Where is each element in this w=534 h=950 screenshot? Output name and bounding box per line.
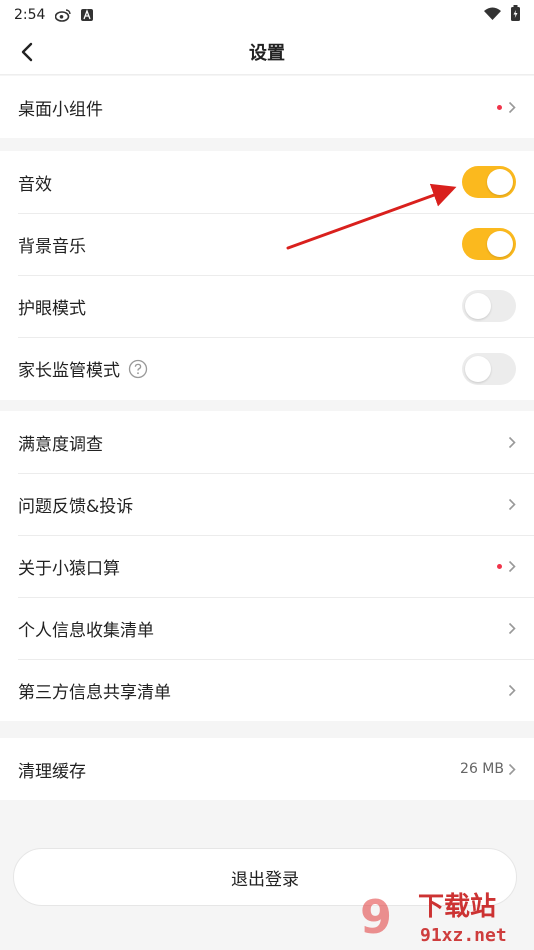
notification-dot [497,563,502,569]
chevron-left-icon [21,42,33,62]
row-label: 满意度调查 [18,434,103,455]
chevron-right-icon [508,436,516,449]
parental-control-toggle[interactable] [462,352,516,385]
row-label: 背景音乐 [18,236,86,257]
status-bar: 2:54 [0,0,534,30]
settings-group-cache: 清理缓存 26 MB [0,738,534,800]
eye-protection-toggle[interactable] [462,290,516,322]
chevron-right-icon [508,101,516,114]
row-desktop-widget[interactable]: 桌面小组件 [0,76,534,138]
toggle-knob [487,169,513,195]
weibo-icon [55,8,72,22]
chevron-right-icon [508,622,516,635]
help-icon[interactable] [128,359,148,379]
toggle-knob [465,293,491,319]
toggle-knob [487,231,513,257]
settings-group-info: 满意度调查 问题反馈&投诉 关于小猿口算 个人信息收集清单 第三方信息共享清单 [0,411,534,721]
background-music-toggle[interactable] [462,228,516,260]
sound-effects-toggle[interactable] [462,166,516,198]
logout-button[interactable]: 退出登录 [13,848,517,906]
row-label: 第三方信息共享清单 [18,682,171,703]
row-sound-effects: 音效 [0,151,534,213]
chevron-right-icon [508,498,516,511]
page-title: 设置 [249,43,285,64]
wifi-icon [484,7,501,24]
toggle-knob [465,355,491,382]
settings-group-widget: 桌面小组件 [0,76,534,138]
row-about[interactable]: 关于小猿口算 [0,535,534,597]
row-label: 个人信息收集清单 [18,620,154,641]
cache-size: 26 MB [460,761,504,777]
row-feedback[interactable]: 问题反馈&投诉 [0,473,534,535]
row-third-party[interactable]: 第三方信息共享清单 [0,659,534,721]
notification-dot [497,104,502,110]
row-label: 音效 [18,174,52,195]
row-label: 关于小猿口算 [18,558,120,579]
back-button[interactable] [12,36,42,68]
row-clear-cache[interactable]: 清理缓存 26 MB [0,738,534,800]
row-background-music: 背景音乐 [0,213,534,275]
row-personal-info[interactable]: 个人信息收集清单 [0,597,534,659]
row-label: 桌面小组件 [18,99,103,120]
nav-bar: 设置 [0,30,534,75]
row-eye-protection: 护眼模式 [0,275,534,337]
row-label: 护眼模式 [18,298,86,319]
chevron-right-icon [508,684,516,697]
row-survey[interactable]: 满意度调查 [0,411,534,473]
watermark-domain: 91xz.net [420,925,507,945]
row-label: 家长监管模式 [18,361,120,381]
chevron-right-icon [508,763,516,776]
app-notification-icon [81,9,94,21]
status-time: 2:54 [14,7,46,23]
row-label: 清理缓存 [18,761,86,782]
chevron-right-icon [508,560,516,573]
row-parental-control: 家长监管模式 [0,337,534,400]
settings-group-toggles: 音效 背景音乐 护眼模式 家长监管模式 [0,151,534,400]
row-label: 问题反馈&投诉 [18,496,134,517]
battery-icon [511,5,520,25]
